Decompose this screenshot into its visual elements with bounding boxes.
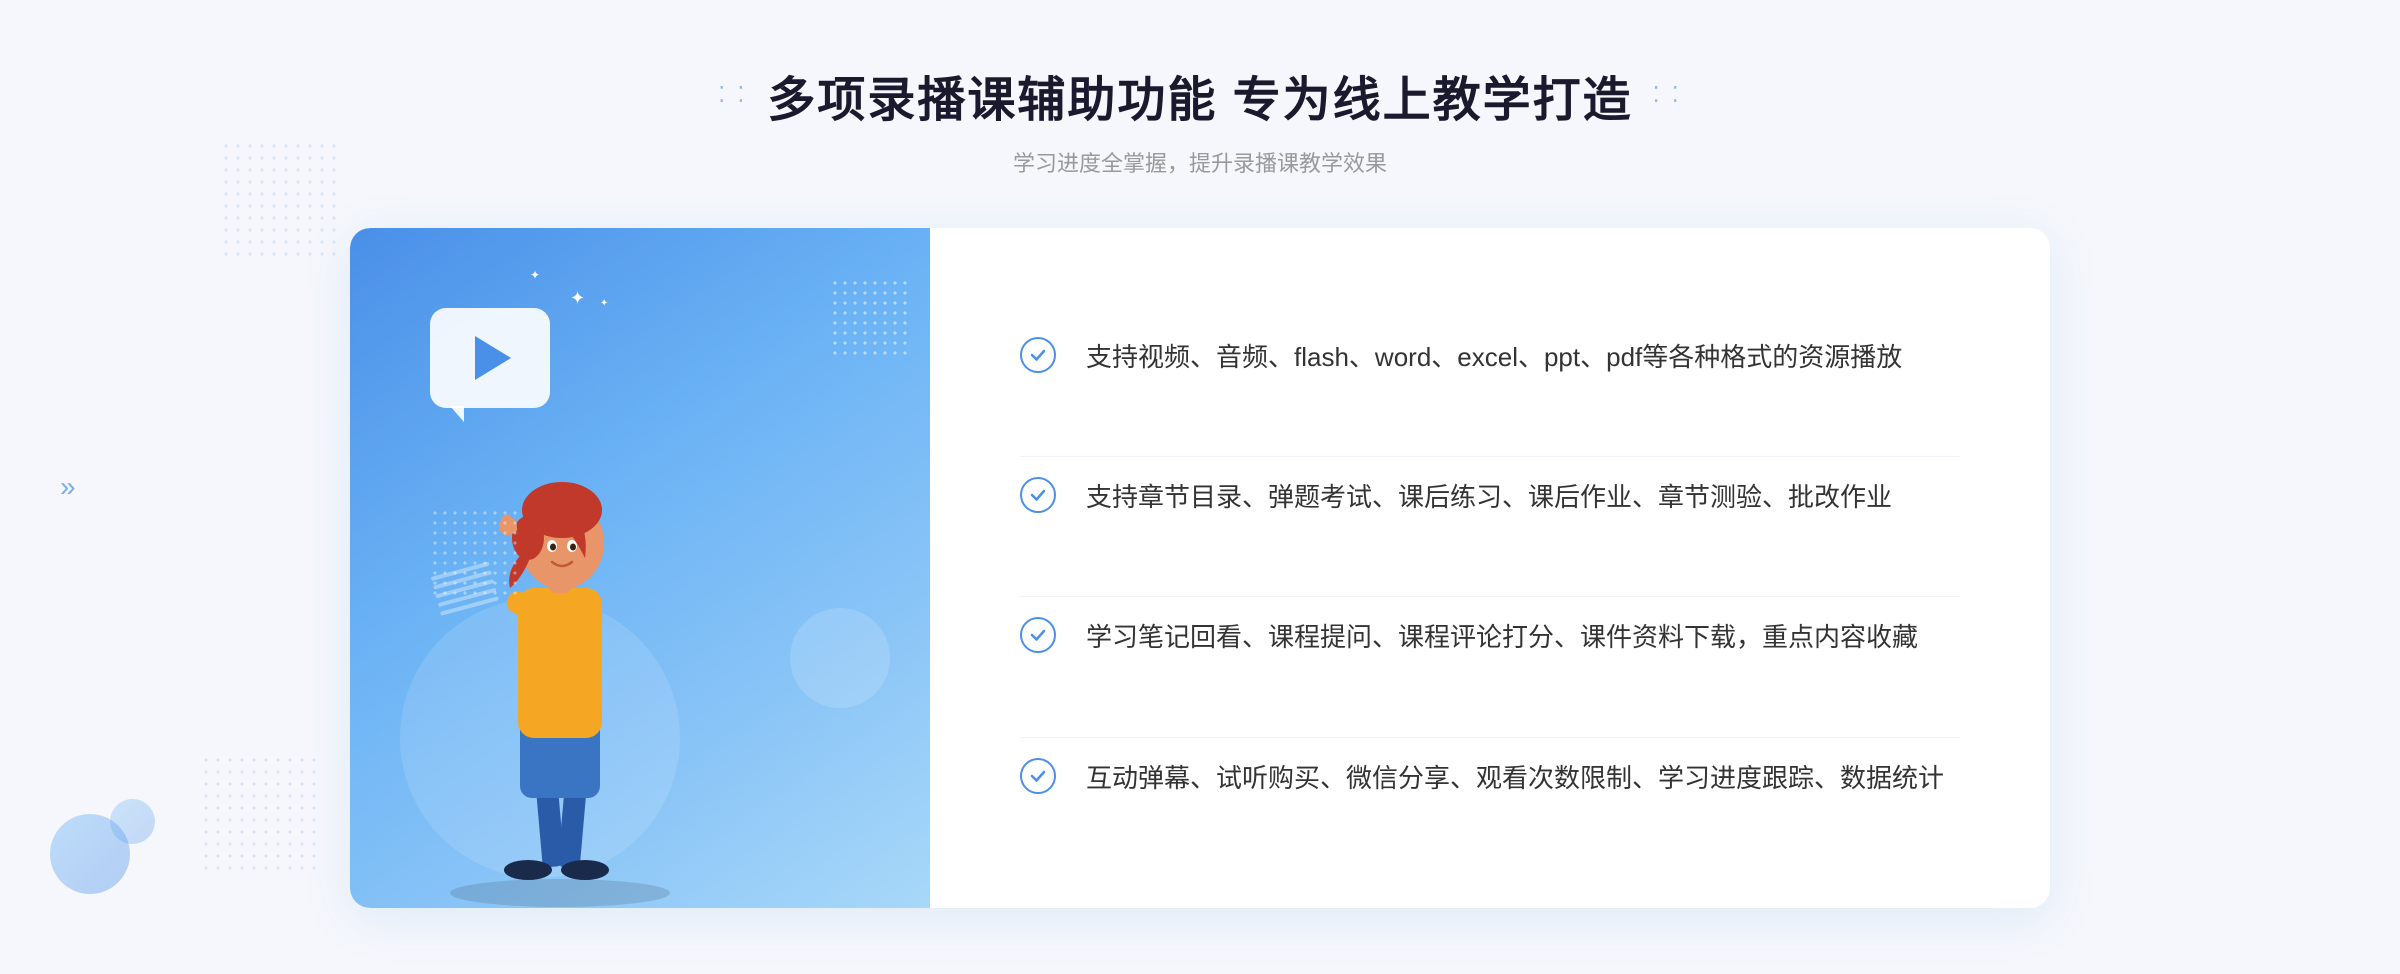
- main-content-card: ✦ ✦ ✦: [350, 228, 2050, 908]
- check-icon-2: [1020, 477, 1056, 513]
- feature-text-4: 互动弹幕、试听购买、微信分享、观看次数限制、学习进度跟踪、数据统计: [1086, 758, 1944, 800]
- check-icon-4: [1020, 758, 1056, 794]
- main-title: 多项录播课辅助功能 专为线上教学打造: [767, 60, 1632, 130]
- corner-dots-decoration: [830, 278, 910, 358]
- feature-item-2: 支持章节目录、弹题考试、课后练习、课后作业、章节测验、批改作业: [1020, 456, 1960, 539]
- feature-text-2: 支持章节目录、弹题考试、课后练习、课后作业、章节测验、批改作业: [1086, 477, 1892, 519]
- feature-text-1: 支持视频、音频、flash、word、excel、ppt、pdf等各种格式的资源…: [1086, 337, 1902, 379]
- blue-circle-small: [110, 799, 155, 844]
- check-icon-3: [1020, 617, 1056, 653]
- dots-decoration-top-left: [220, 140, 340, 260]
- deco-circle-small: [790, 608, 890, 708]
- feature-item-4: 互动弹幕、试听购买、微信分享、观看次数限制、学习进度跟踪、数据统计: [1020, 737, 1960, 820]
- title-dots-right: ⁚ ⁚: [1653, 82, 1682, 108]
- sparkle-icon-2: ✦: [530, 268, 540, 282]
- left-illustration-panel: ✦ ✦ ✦: [350, 228, 930, 908]
- dots-pattern-image: [430, 508, 520, 598]
- right-features-panel: 支持视频、音频、flash、word、excel、ppt、pdf等各种格式的资源…: [930, 228, 2050, 908]
- feature-text-3: 学习笔记回看、课程提问、课程评论打分、课件资料下载，重点内容收藏: [1086, 617, 1918, 659]
- dots-decoration-bottom-left: [200, 754, 320, 874]
- subtitle: 学习进度全掌握，提升录播课教学效果: [718, 146, 1682, 178]
- left-chevron-icon: »: [60, 471, 76, 503]
- feature-item-1: 支持视频、音频、flash、word、excel、ppt、pdf等各种格式的资源…: [1020, 317, 1960, 399]
- check-icon-1: [1020, 337, 1056, 373]
- sparkle-icon-1: ✦: [570, 288, 585, 309]
- sparkle-icon-3: ✦: [600, 298, 608, 309]
- title-dots-left: ⁚ ⁚: [718, 82, 747, 108]
- page-container: » ⁚ ⁚ 多项录播课辅助功能 专为线上教学打造 ⁚ ⁚ 学习进度全掌握，提升录…: [0, 0, 2400, 974]
- header-section: ⁚ ⁚ 多项录播课辅助功能 专为线上教学打造 ⁚ ⁚ 学习进度全掌握，提升录播课…: [718, 60, 1682, 178]
- feature-item-3: 学习笔记回看、课程提问、课程评论打分、课件资料下载，重点内容收藏: [1020, 596, 1960, 679]
- person-illustration: [410, 348, 710, 908]
